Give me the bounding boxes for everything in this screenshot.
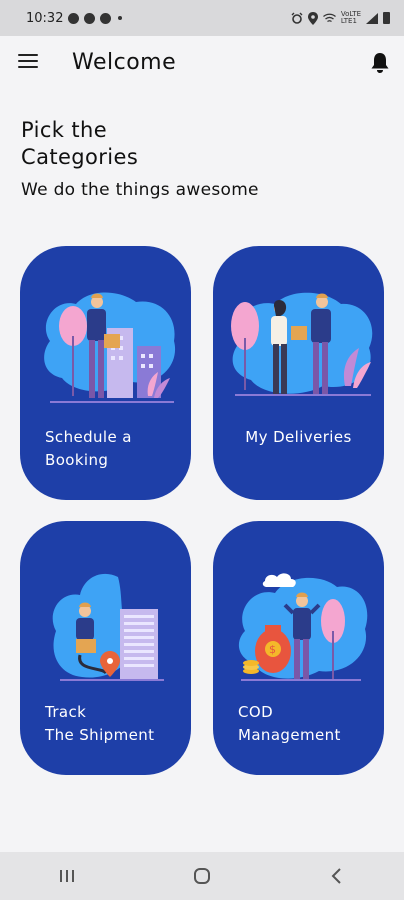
- category-card-my-deliveries[interactable]: My Deliveries: [213, 246, 384, 500]
- location-icon: [307, 11, 318, 25]
- more-notifications-icon: [118, 16, 123, 20]
- wifi-icon: [322, 13, 336, 22]
- track-shipment-illustration: [52, 573, 164, 681]
- network-label-2: LTE1: [340, 17, 357, 25]
- back-button[interactable]: [307, 856, 367, 896]
- system-nav-bar: [0, 852, 404, 900]
- app-bar: Welcome: [0, 36, 404, 92]
- back-chevron-icon: [331, 868, 341, 884]
- app-title: Welcome: [72, 50, 177, 75]
- hamburger-menu-icon[interactable]: [18, 54, 38, 70]
- app-notification-icon: [100, 12, 112, 24]
- recent-apps-button[interactable]: [37, 856, 97, 896]
- category-card-schedule-booking[interactable]: Schedule a Booking: [20, 246, 191, 500]
- category-label: COD Management: [238, 703, 341, 744]
- svg-text:$: $: [269, 643, 276, 656]
- network-type: VoLTE LTE1: [341, 11, 361, 25]
- recent-apps-icon: [60, 870, 75, 882]
- alarm-icon: [291, 12, 303, 24]
- home-button[interactable]: [172, 856, 232, 896]
- category-label: My Deliveries: [245, 428, 352, 446]
- app-notification-icon: [84, 12, 96, 24]
- status-time: 10:32: [26, 10, 64, 26]
- category-card-track-shipment[interactable]: Track The Shipment: [20, 521, 191, 775]
- cod-management-illustration: $: [238, 573, 368, 681]
- schedule-booking-illustration: [44, 292, 176, 403]
- status-bar: 10:32 VoLTE LTE1: [0, 0, 404, 36]
- notification-bell-icon[interactable]: [370, 52, 390, 74]
- signal-icon: [366, 12, 378, 24]
- app-notification-icon: [68, 12, 80, 24]
- category-label: Track The Shipment: [45, 703, 155, 744]
- category-card-cod-management[interactable]: $ COD Management: [213, 521, 384, 775]
- battery-icon: [383, 12, 390, 24]
- my-deliveries-illustration: [231, 292, 373, 396]
- category-label: Schedule a Booking: [45, 428, 132, 469]
- page-title: Pick the Categories: [21, 118, 139, 169]
- home-icon: [193, 868, 210, 884]
- page-subtitle: We do the things awesome: [21, 180, 259, 200]
